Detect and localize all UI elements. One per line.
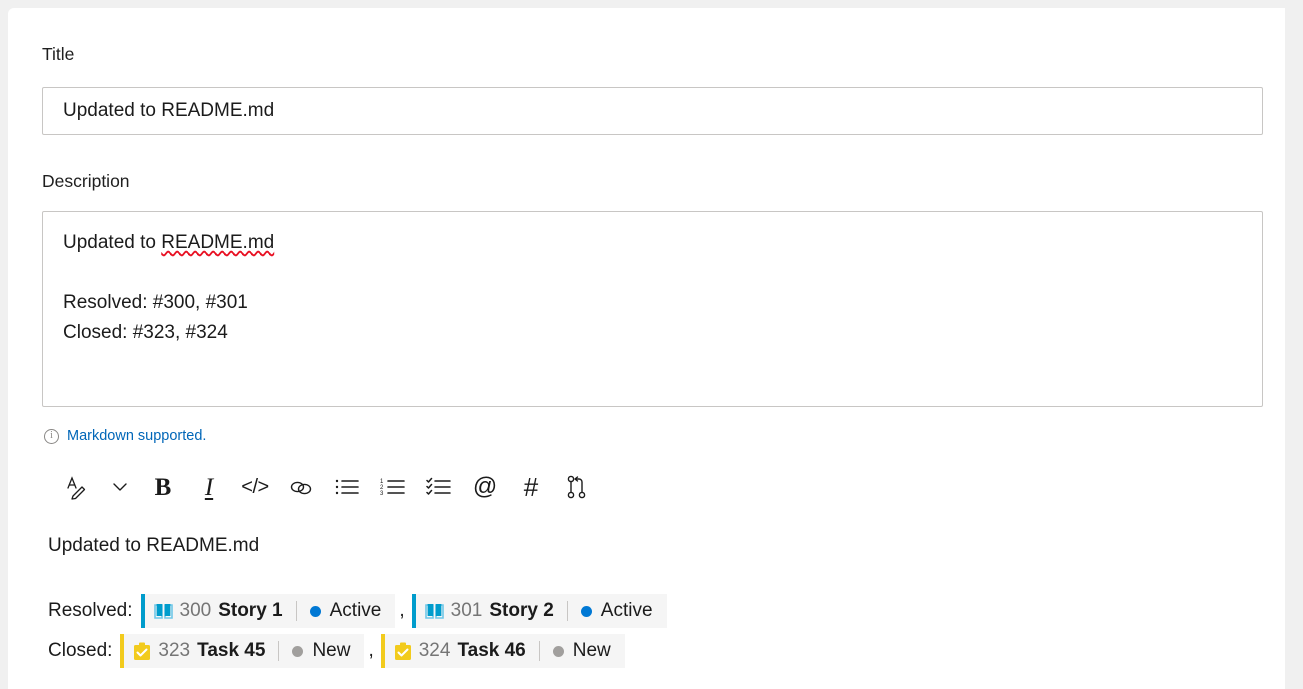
user-story-icon bbox=[153, 603, 173, 620]
svg-text:3: 3 bbox=[380, 491, 384, 497]
preview-row-resolved: Resolved: 300 Story 1 Active , 301 Story… bbox=[48, 594, 667, 628]
state-dot-icon bbox=[309, 605, 321, 617]
checklist-icon[interactable] bbox=[416, 467, 462, 507]
work-item-state-label: Active bbox=[329, 600, 382, 621]
info-icon: i bbox=[44, 428, 59, 444]
title-field-label: Title bbox=[42, 44, 75, 64]
work-item-state-label: New bbox=[572, 640, 611, 661]
code-icon[interactable]: </> bbox=[232, 467, 278, 507]
hashtag-label: # bbox=[523, 471, 539, 502]
mention-icon[interactable]: @ bbox=[462, 467, 508, 507]
description-line-1: Updated to README.md bbox=[63, 228, 1242, 258]
work-item-state: Active bbox=[580, 600, 653, 622]
code-label: </> bbox=[241, 475, 269, 498]
state-dot-icon bbox=[552, 645, 564, 657]
text-style-icon[interactable] bbox=[54, 467, 100, 507]
work-item-state: Active bbox=[309, 600, 382, 622]
work-item-title: Story 2 bbox=[489, 600, 554, 621]
work-item-state-label: New bbox=[312, 640, 351, 661]
chip-separator: , bbox=[399, 600, 405, 621]
description-blank-line bbox=[63, 258, 1242, 288]
description-field-label: Description bbox=[42, 171, 130, 191]
work-item-form-panel: Title Description Updated to README.md R… bbox=[8, 8, 1285, 689]
work-item-title: Story 1 bbox=[218, 600, 283, 621]
chip-divider bbox=[566, 601, 568, 621]
link-icon[interactable] bbox=[278, 467, 324, 507]
markdown-supported-label[interactable]: Markdown supported. bbox=[67, 428, 206, 444]
work-item-chip[interactable]: 301 Story 2 Active bbox=[411, 594, 667, 628]
description-line-4: Closed: #323, #324 bbox=[63, 322, 228, 343]
work-item-chip[interactable]: 300 Story 1 Active bbox=[140, 594, 396, 628]
bold-icon[interactable]: B bbox=[140, 467, 186, 507]
row-prefix-resolved: Resolved: bbox=[48, 600, 133, 621]
bold-label: B bbox=[154, 473, 172, 501]
formatting-toolbar: B I </> 1 2 3 @ # bbox=[54, 465, 600, 509]
pull-request-icon[interactable] bbox=[554, 467, 600, 507]
bulleted-list-icon[interactable] bbox=[324, 467, 370, 507]
work-item-chip[interactable]: 324 Task 46 New bbox=[380, 634, 625, 668]
state-dot-icon bbox=[580, 605, 592, 617]
markdown-supported-hint[interactable]: i Markdown supported. bbox=[44, 428, 206, 444]
task-icon bbox=[394, 642, 412, 661]
work-item-title: Task 45 bbox=[197, 640, 266, 661]
work-item-id: 323 bbox=[158, 640, 191, 661]
chevron-down-icon[interactable] bbox=[100, 467, 140, 507]
italic-label: I bbox=[204, 473, 214, 501]
chip-divider bbox=[278, 641, 280, 661]
work-item-accent-bar bbox=[120, 634, 125, 668]
description-line-3: Resolved: #300, #301 bbox=[63, 292, 248, 313]
chip-separator: , bbox=[368, 640, 374, 661]
state-dot-icon bbox=[292, 645, 304, 657]
work-item-id: 300 bbox=[179, 600, 212, 621]
work-item-state-label: Active bbox=[600, 600, 653, 621]
preview-row-closed: Closed: 323 Task 45 New , 324 Task 46 Ne… bbox=[48, 634, 625, 668]
work-item-accent-bar bbox=[411, 594, 416, 628]
row-prefix-closed: Closed: bbox=[48, 640, 113, 661]
numbered-list-icon[interactable]: 1 2 3 bbox=[370, 467, 416, 507]
work-item-state: New bbox=[552, 640, 611, 662]
hashtag-icon[interactable]: # bbox=[508, 467, 554, 507]
work-item-chip[interactable]: 323 Task 45 New bbox=[120, 634, 365, 668]
description-line-1-text: Updated to bbox=[63, 232, 162, 253]
work-item-id: 301 bbox=[450, 600, 483, 621]
italic-icon[interactable]: I bbox=[186, 467, 232, 507]
description-textarea[interactable]: Updated to README.md Resolved: #300, #30… bbox=[42, 211, 1263, 407]
user-story-icon bbox=[424, 603, 444, 620]
mention-label: @ bbox=[472, 473, 498, 500]
title-input[interactable] bbox=[42, 87, 1263, 135]
preview-heading: Updated to README.md bbox=[48, 535, 260, 556]
work-item-id: 324 bbox=[418, 640, 451, 661]
chip-divider bbox=[295, 601, 297, 621]
work-item-state: New bbox=[292, 640, 350, 662]
work-item-accent-bar bbox=[380, 634, 385, 668]
work-item-accent-bar bbox=[140, 594, 145, 628]
work-item-title: Task 46 bbox=[457, 640, 526, 661]
chip-divider bbox=[538, 641, 540, 661]
task-icon bbox=[133, 642, 151, 661]
description-line-1-misspelled-word: README.md bbox=[161, 232, 275, 253]
